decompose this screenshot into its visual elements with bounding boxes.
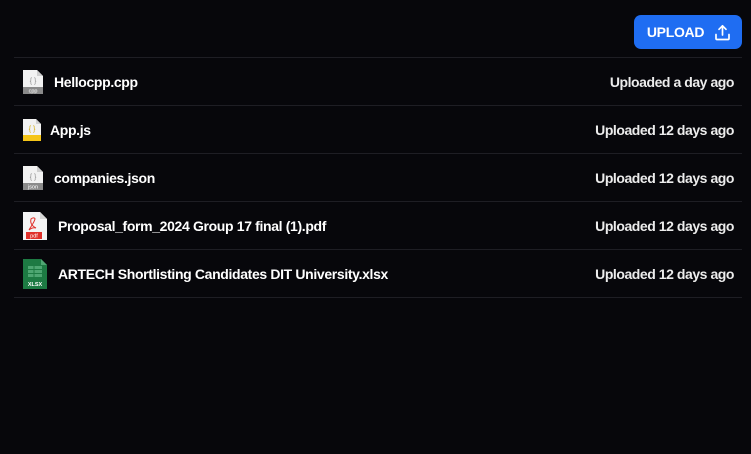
file-name: Proposal_form_2024 Group 17 final (1).pd… xyxy=(58,217,327,234)
cpp-file-icon: cpp { } xyxy=(22,69,44,95)
file-upload-status: Uploaded a day ago xyxy=(609,73,735,90)
svg-text:{ }: { } xyxy=(30,174,37,181)
file-icon-type-label: json xyxy=(27,184,38,190)
upload-button[interactable]: UPLOAD xyxy=(634,15,742,49)
file-row[interactable]: { } App.js Uploaded 12 days ago xyxy=(14,106,742,154)
svg-text:{ }: { } xyxy=(30,78,37,85)
file-upload-status: Uploaded 12 days ago xyxy=(595,217,734,234)
pdf-file-icon: pdf xyxy=(22,211,48,241)
file-name: App.js xyxy=(50,121,91,138)
file-icon-type-label: XLSX xyxy=(28,282,43,288)
file-name: ARTECH Shortlisting Candidates DIT Unive… xyxy=(58,265,388,282)
file-upload-status: Uploaded 12 days ago xyxy=(595,121,734,138)
file-row[interactable]: pdf Proposal_form_2024 Group 17 final (1… xyxy=(14,202,742,250)
file-manager: UPLOAD cpp { } Hellocpp.cpp Uploaded a d… xyxy=(0,0,751,454)
upload-label: UPLOAD xyxy=(646,24,705,40)
js-file-icon: { } xyxy=(22,118,42,142)
file-row[interactable]: XLSX ARTECH Shortlisting Candidates DIT … xyxy=(14,250,742,298)
file-list: cpp { } Hellocpp.cpp Uploaded a day ago … xyxy=(14,57,742,298)
file-icon-type-label: pdf xyxy=(30,233,38,239)
file-upload-status: Uploaded 12 days ago xyxy=(595,265,734,282)
file-name: companies.json xyxy=(54,169,155,186)
upload-icon xyxy=(714,24,731,41)
file-row[interactable]: json { } companies.json Uploaded 12 days… xyxy=(14,154,742,202)
file-icon-type-label: cpp xyxy=(29,88,38,94)
file-row[interactable]: cpp { } Hellocpp.cpp Uploaded a day ago xyxy=(14,58,742,106)
xlsx-file-icon: XLSX xyxy=(22,258,48,290)
file-upload-status: Uploaded 12 days ago xyxy=(595,169,734,186)
file-name: Hellocpp.cpp xyxy=(54,73,138,90)
json-file-icon: json { } xyxy=(22,165,44,191)
svg-text:{ }: { } xyxy=(29,126,36,133)
